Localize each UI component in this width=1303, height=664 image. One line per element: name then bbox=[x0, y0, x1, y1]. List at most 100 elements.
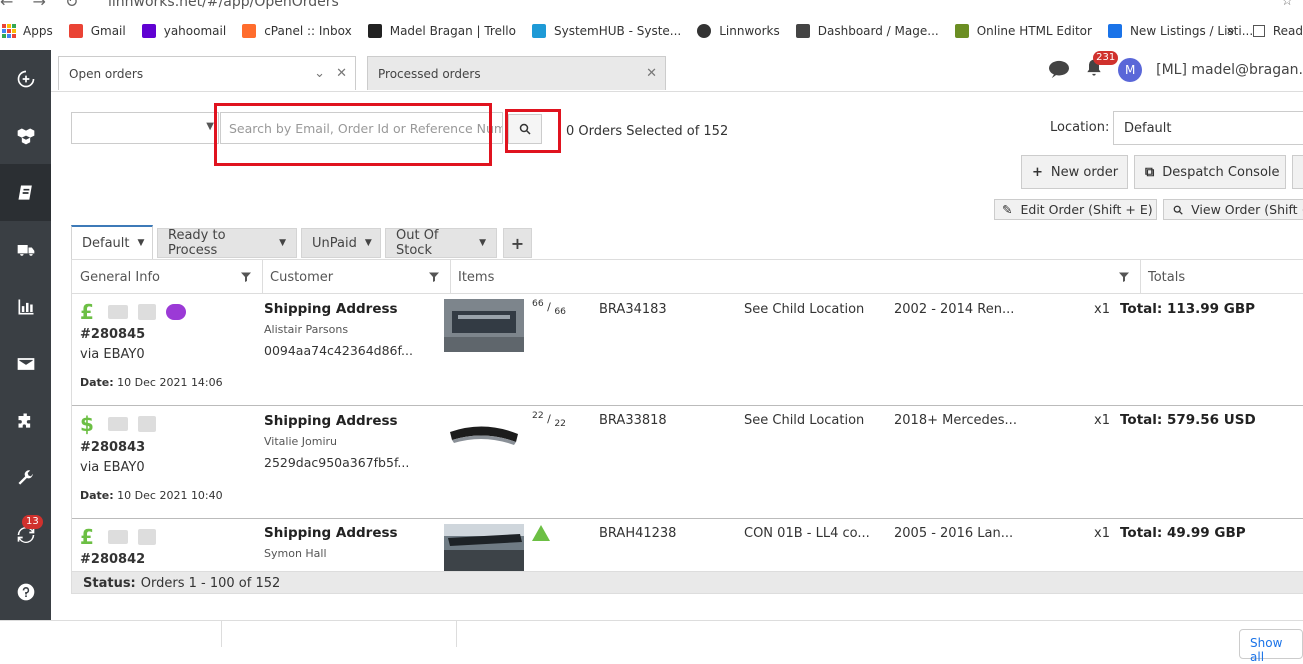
filter-icon[interactable] bbox=[1118, 271, 1130, 283]
help-icon bbox=[17, 583, 34, 600]
product-thumbnail[interactable] bbox=[444, 412, 524, 465]
sidebar: 13 bbox=[0, 50, 51, 646]
table-row[interactable]: $ #280843 via EBAY0 Date: 10 Dec 2021 10… bbox=[72, 406, 1303, 519]
sidebar-item-settings[interactable] bbox=[0, 449, 51, 506]
tab-processed-orders[interactable]: Processed orders ✕ bbox=[367, 56, 666, 90]
bookmark-cpanel[interactable]: cPanel :: Inbox bbox=[242, 24, 352, 38]
caret-down-icon: ▼ bbox=[279, 238, 286, 248]
forward-icon[interactable]: → bbox=[33, 0, 46, 11]
puzzle-icon bbox=[18, 413, 30, 428]
downloads-bar: Show all bbox=[0, 620, 1303, 664]
sidebar-item-orders[interactable] bbox=[0, 164, 51, 221]
order-number[interactable]: #280842 bbox=[80, 552, 145, 567]
more-bookmarks-button[interactable]: » bbox=[1226, 23, 1235, 39]
orders-selected-count: 0 Orders Selected of 152 bbox=[566, 124, 729, 139]
printer-icon[interactable] bbox=[138, 304, 156, 320]
table-row[interactable]: £ #280845 via EBAY0 Date: 10 Dec 2021 14… bbox=[72, 294, 1303, 406]
printer-icon[interactable] bbox=[138, 416, 156, 432]
item-sku: BRAH41238 bbox=[599, 526, 677, 541]
tab-open-orders[interactable]: Open orders ⌄ ✕ bbox=[58, 56, 356, 90]
column-customer[interactable]: Customer bbox=[270, 270, 333, 285]
url-bar[interactable]: linnworks.net/#/app/OpenOrders bbox=[108, 0, 339, 10]
user-name[interactable]: [ML] madel@bragan. bbox=[1156, 62, 1303, 78]
sidebar-item-sync[interactable]: 13 bbox=[0, 506, 51, 563]
reading-list-button[interactable]: Read bbox=[1273, 24, 1303, 38]
systemhub-icon bbox=[531, 24, 546, 38]
reload-icon[interactable]: ↻ bbox=[65, 0, 78, 11]
envelope-icon[interactable] bbox=[108, 305, 128, 319]
envelope-icon[interactable] bbox=[108, 530, 128, 544]
filter-tab-ready-to-process[interactable]: Ready to Process ▼ bbox=[157, 228, 297, 258]
grid-header: General Info Customer Items Totals bbox=[72, 260, 1303, 294]
chat-icon[interactable] bbox=[166, 304, 186, 320]
view-order-button[interactable]: View Order (Shift + bbox=[1163, 199, 1303, 220]
location-select[interactable]: Default bbox=[1113, 111, 1303, 145]
bookmark-linnworks[interactable]: Linnworks bbox=[697, 24, 780, 38]
item-title: 2002 - 2014 Ren... bbox=[894, 302, 1015, 317]
table-row[interactable]: £ #280842 Shipping Address Symon Hall BR… bbox=[72, 519, 1303, 579]
sidebar-item-shipping[interactable] bbox=[0, 221, 51, 278]
order-number[interactable]: #280843 bbox=[80, 440, 145, 455]
item-quantity: 22 / 22 bbox=[532, 410, 567, 429]
sidebar-item-inventory[interactable] bbox=[0, 107, 51, 164]
close-icon[interactable]: ✕ bbox=[336, 66, 347, 81]
sidebar-item-help[interactable] bbox=[0, 563, 51, 620]
column-divider bbox=[1140, 260, 1141, 294]
bookmark-systemhub[interactable]: SystemHUB - Syste... bbox=[531, 24, 681, 38]
download-item[interactable] bbox=[223, 621, 457, 647]
bookmark-yahoomail[interactable]: yahoomail bbox=[141, 24, 226, 38]
bookmark-gmail[interactable]: Gmail bbox=[68, 24, 126, 38]
filter-tab-unpaid[interactable]: UnPaid ▼ bbox=[301, 228, 381, 258]
order-number[interactable]: #280845 bbox=[80, 327, 145, 342]
bookmark-label: Apps bbox=[23, 24, 53, 38]
close-icon[interactable]: ✕ bbox=[646, 66, 657, 81]
bookmark-html-editor[interactable]: Online HTML Editor bbox=[954, 24, 1092, 38]
html-editor-icon bbox=[954, 24, 969, 38]
printer-icon[interactable] bbox=[138, 529, 156, 545]
avatar[interactable]: M bbox=[1118, 58, 1143, 82]
bookmark-label: cPanel :: Inbox bbox=[264, 24, 352, 38]
filter-icon[interactable] bbox=[240, 271, 252, 283]
despatch-console-button[interactable]: ⧉ Despatch Console bbox=[1134, 155, 1286, 189]
shipping-address-title: Shipping Address bbox=[264, 413, 398, 429]
customer-id: 2529dac950a367fb5f... bbox=[264, 455, 410, 470]
search-type-select[interactable]: ▼ bbox=[71, 112, 219, 144]
bookmark-dashboard[interactable]: Dashboard / Mage... bbox=[795, 24, 939, 38]
column-general-info[interactable]: General Info bbox=[80, 270, 160, 285]
date-value: 10 Dec 2021 10:40 bbox=[117, 489, 223, 502]
cpanel-icon bbox=[242, 24, 257, 38]
envelope-icon[interactable] bbox=[108, 417, 128, 431]
customer-id: 0094aa74c42364d86f... bbox=[264, 343, 413, 358]
download-item[interactable] bbox=[0, 621, 222, 647]
add-circle-icon bbox=[17, 70, 34, 87]
star-icon[interactable]: ☆ bbox=[1281, 0, 1293, 9]
product-thumbnail[interactable] bbox=[444, 299, 524, 352]
order-total: Total: 113.99 GBP bbox=[1120, 301, 1256, 317]
new-order-button[interactable]: + New order bbox=[1021, 155, 1128, 189]
bookmark-trello[interactable]: Madel Bragan | Trello bbox=[367, 24, 516, 38]
sidebar-item-messages[interactable] bbox=[0, 335, 51, 392]
edit-order-button[interactable]: ✎ Edit Order (Shift + E) bbox=[994, 199, 1157, 220]
bookmark-apps[interactable]: Apps bbox=[2, 24, 53, 38]
chevron-down-icon[interactable]: ⌄ bbox=[314, 66, 325, 81]
more-actions-button[interactable] bbox=[1292, 155, 1303, 189]
tab-label: Open orders bbox=[69, 66, 144, 81]
filter-tab-out-of-stock[interactable]: Out Of Stock ▼ bbox=[385, 228, 497, 258]
filter-tab-default[interactable]: Default ▼ bbox=[71, 225, 153, 259]
column-items[interactable]: Items bbox=[458, 270, 494, 285]
notifications[interactable]: 231 bbox=[1084, 51, 1119, 82]
chat-icon[interactable] bbox=[1048, 60, 1070, 80]
yahoo-icon bbox=[141, 24, 156, 38]
sidebar-item-apps[interactable] bbox=[0, 392, 51, 449]
back-icon[interactable]: ← bbox=[0, 0, 13, 11]
add-filter-button[interactable]: + bbox=[503, 228, 532, 258]
filter-icon[interactable] bbox=[428, 271, 440, 283]
customer-name: Vitalie Jomiru bbox=[264, 435, 338, 448]
bookmark-label: Gmail bbox=[90, 24, 126, 38]
product-thumbnail[interactable] bbox=[444, 524, 524, 571]
sidebar-item-add[interactable] bbox=[0, 50, 51, 107]
show-all-button[interactable]: Show all bbox=[1239, 629, 1303, 664]
column-totals[interactable]: Totals bbox=[1148, 270, 1185, 285]
sidebar-item-reports[interactable] bbox=[0, 278, 51, 335]
order-channel: via EBAY0 bbox=[80, 347, 145, 362]
